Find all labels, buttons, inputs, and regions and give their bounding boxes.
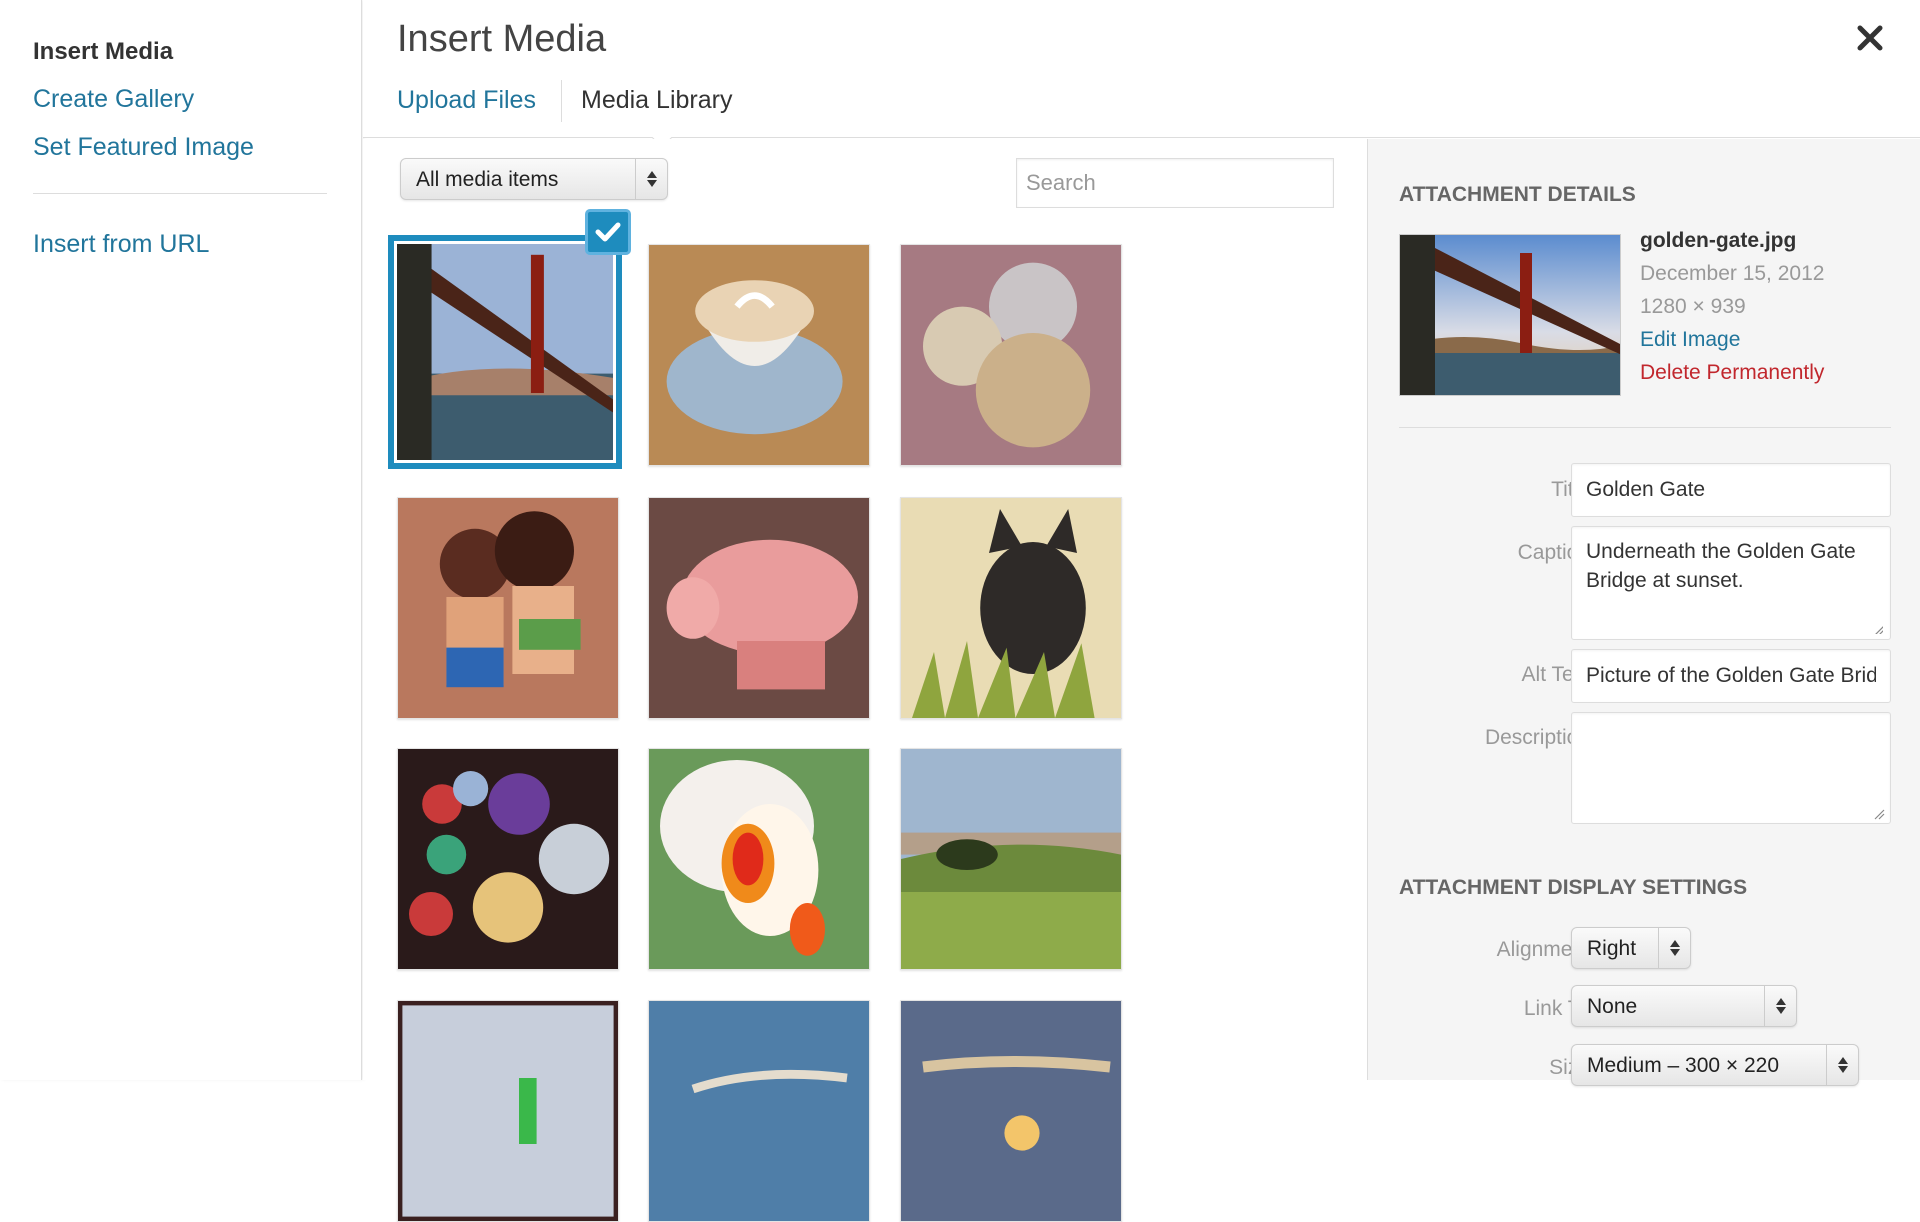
media-thumbnail-kissing-figurines[interactable] [397, 497, 619, 719]
attachment-filename: golden-gate.jpg [1640, 229, 1797, 252]
media-library-panel: All media items [363, 139, 1367, 1222]
display-settings-title: ATTACHMENT DISPLAY SETTINGS [1399, 876, 1748, 899]
thumbnail-image [649, 245, 869, 465]
thumbnail-image [901, 245, 1121, 465]
resize-grip-icon[interactable] [1873, 624, 1883, 634]
media-thumbnail-golden-gate[interactable] [394, 241, 616, 463]
thumbnail-image [901, 498, 1121, 718]
select-arrows-icon [635, 159, 667, 199]
link-to-value: None [1587, 995, 1638, 1018]
media-thumbnail-sunset[interactable] [900, 1000, 1122, 1222]
attachment-dimensions: 1280 × 939 [1640, 295, 1746, 318]
media-thumbnail-hillside[interactable] [900, 748, 1122, 970]
caption-textarea[interactable]: Underneath the Golden Gate Bridge at sun… [1571, 526, 1891, 640]
sidebar-item-create-gallery[interactable]: Create Gallery [33, 85, 194, 114]
media-thumbnail-fridge[interactable] [397, 1000, 619, 1222]
select-arrows-icon [1826, 1045, 1858, 1085]
sidebar-heading-insert-media[interactable]: Insert Media [33, 38, 173, 66]
thumbnail-image [397, 244, 613, 460]
media-thumbnail-black-cat[interactable] [900, 497, 1122, 719]
media-filter-value: All media items [416, 168, 559, 191]
delete-permanently-link[interactable]: Delete Permanently [1640, 361, 1824, 385]
attachment-details-panel: ATTACHMENT DETAILS golden-gate.jpg Decem… [1367, 139, 1920, 1086]
modal-header: Insert Media Upload Files Media Library [363, 0, 1920, 148]
media-thumbnail-sky[interactable] [648, 1000, 870, 1222]
sidebar-item-set-featured-image[interactable]: Set Featured Image [33, 133, 254, 162]
link-to-select[interactable]: None [1571, 985, 1797, 1027]
size-value: Medium – 300 × 220 [1587, 1054, 1780, 1077]
select-arrows-icon [1658, 928, 1690, 968]
page-title: Insert Media [397, 18, 607, 60]
description-textarea[interactable] [1571, 712, 1891, 824]
alt-text-input[interactable] [1571, 649, 1891, 703]
media-filter-select[interactable]: All media items [400, 158, 668, 200]
media-thumbnail-orchid[interactable] [648, 748, 870, 970]
edit-image-link[interactable]: Edit Image [1640, 328, 1740, 352]
tab-upload-files[interactable]: Upload Files [397, 86, 536, 115]
details-divider [1399, 427, 1891, 428]
thumbnail-image [649, 749, 869, 969]
golden-gate-preview [1400, 235, 1620, 395]
close-icon [1857, 25, 1883, 51]
alignment-value: Right [1587, 937, 1637, 960]
attachment-details-title: ATTACHMENT DETAILS [1399, 183, 1636, 206]
selected-checkmark-button[interactable] [585, 209, 631, 255]
tab-media-library[interactable]: Media Library [581, 86, 732, 115]
thumbnail-image [398, 749, 618, 969]
select-arrows-icon [1764, 986, 1796, 1026]
thumbnail-image [649, 1001, 869, 1221]
attachment-date: December 15, 2012 [1640, 262, 1825, 285]
attachment-preview-image [1399, 234, 1621, 396]
media-thumbnail-pink-pig[interactable] [648, 497, 870, 719]
thumbnail-image [398, 498, 618, 718]
tab-divider [561, 80, 562, 122]
resize-grip-icon[interactable] [1873, 808, 1885, 820]
search-input[interactable] [1016, 158, 1334, 208]
sidebar-divider [33, 193, 327, 194]
thumbnail-image [649, 498, 869, 718]
media-thumbnail-coins[interactable] [900, 244, 1122, 466]
media-sidebar: Insert Media Create Gallery Set Featured… [0, 0, 362, 1080]
sidebar-item-insert-from-url[interactable]: Insert from URL [33, 230, 209, 259]
alignment-select[interactable]: Right [1571, 927, 1691, 969]
title-input[interactable] [1571, 463, 1891, 517]
thumbnail-image [901, 749, 1121, 969]
thumbnail-image [901, 1001, 1121, 1221]
thumbnail-image [398, 1001, 618, 1221]
checkmark-icon [595, 222, 621, 242]
close-button[interactable] [1850, 18, 1890, 58]
media-thumbnail-latte[interactable] [648, 244, 870, 466]
media-thumbnail-paper-lanterns[interactable] [397, 748, 619, 970]
